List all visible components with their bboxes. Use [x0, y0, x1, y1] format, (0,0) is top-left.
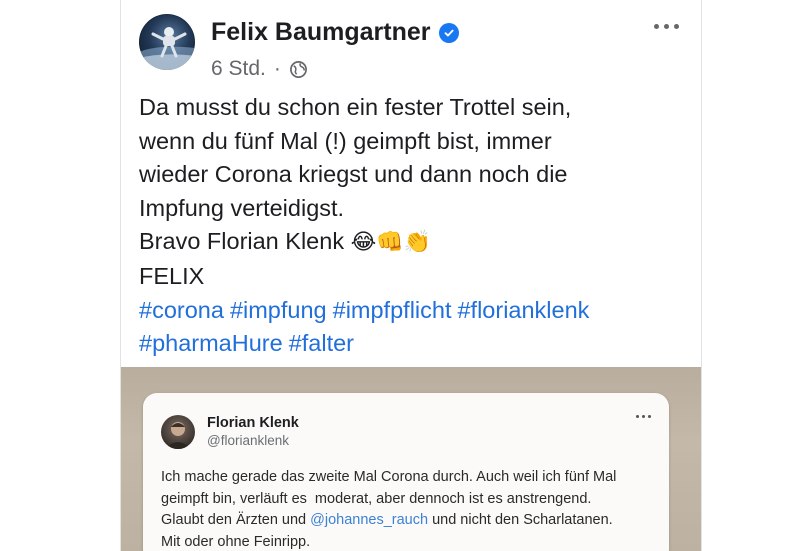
facebook-post-card: Felix Baumgartner 6 Std. · Da musst du s… [120, 0, 702, 551]
tweet-text-segment: und nicht den Scharlatanen. [428, 512, 613, 528]
hashtag-link[interactable]: #impfpflicht [333, 297, 452, 323]
post-timestamp[interactable]: 6 Std. [211, 57, 266, 81]
more-options-icon[interactable] [650, 18, 683, 35]
hashtag-link[interactable]: #falter [289, 330, 354, 356]
tweet-more-icon [636, 415, 651, 418]
hashtag-row: #pharmaHure #falter [139, 327, 689, 361]
astronaut-avatar-image [139, 27, 195, 70]
tweet-author-handle: @florianklenk [207, 433, 289, 448]
fist-emoji-icon: 👊 [376, 230, 404, 256]
hashtag-link[interactable]: #corona [139, 297, 224, 323]
verified-badge-icon [438, 22, 459, 43]
post-author[interactable]: Felix Baumgartner [211, 18, 459, 47]
tweet-text-line: Glaubt den Ärzten und @johannes_rauch un… [161, 510, 657, 532]
post-meta: 6 Std. · [211, 57, 308, 81]
hashtag-link[interactable]: #pharmaHure [139, 330, 283, 356]
meta-separator: · [273, 57, 281, 80]
bravo-text: Bravo Florian Klenk [139, 228, 345, 255]
tweet-text-line: Ich mache gerade das zweite Mal Corona d… [161, 469, 617, 485]
post-body: Da musst du schon ein fester Trottel sei… [139, 91, 689, 361]
tweet-text-segment: Glaubt den Ärzten und [161, 512, 311, 528]
globe-icon [289, 60, 307, 78]
author-name[interactable]: Felix Baumgartner [211, 18, 431, 47]
tweet-mention: @johannes_rauch [310, 512, 429, 528]
post-text-line: Da musst du schon ein fester Trottel sei… [139, 94, 572, 120]
clapping-emoji-icon: 👏 [403, 230, 432, 256]
laughing-emoji-icon: 😂 [350, 230, 377, 256]
bravo-line: Bravo Florian Klenk 😂👊👏 [139, 225, 689, 260]
author-avatar[interactable] [139, 14, 195, 70]
post-signature: FELIX [139, 262, 205, 289]
post-text-line: wieder Corona kriegst und dann noch die [139, 161, 568, 188]
post-text-line: wenn du fünf Mal (!) geimpft bist, immer [139, 127, 552, 154]
embedded-tweet-card: Florian Klenk @florianklenk Ich mache ge… [143, 393, 669, 551]
post-text-line: Impfung verteidigst. [139, 194, 345, 221]
hashtag-link[interactable]: #florianklenk [457, 297, 589, 323]
tweet-author-name: Florian Klenk [207, 415, 299, 431]
tweet-text-line: Mit oder ohne Feinripp. [161, 533, 311, 550]
tweet-text: Ich mache gerade das zweite Mal Corona d… [161, 467, 657, 551]
hashtag-link[interactable]: #impfung [230, 297, 327, 323]
attached-image[interactable]: Florian Klenk @florianklenk Ich mache ge… [121, 367, 701, 551]
hashtag-row: #corona #impfung #impfpflicht #florianklenk [139, 294, 689, 328]
tweet-text-line: geimpft bin, verläuft es moderat, aber d… [161, 490, 592, 507]
tweet-author-avatar [161, 415, 195, 449]
